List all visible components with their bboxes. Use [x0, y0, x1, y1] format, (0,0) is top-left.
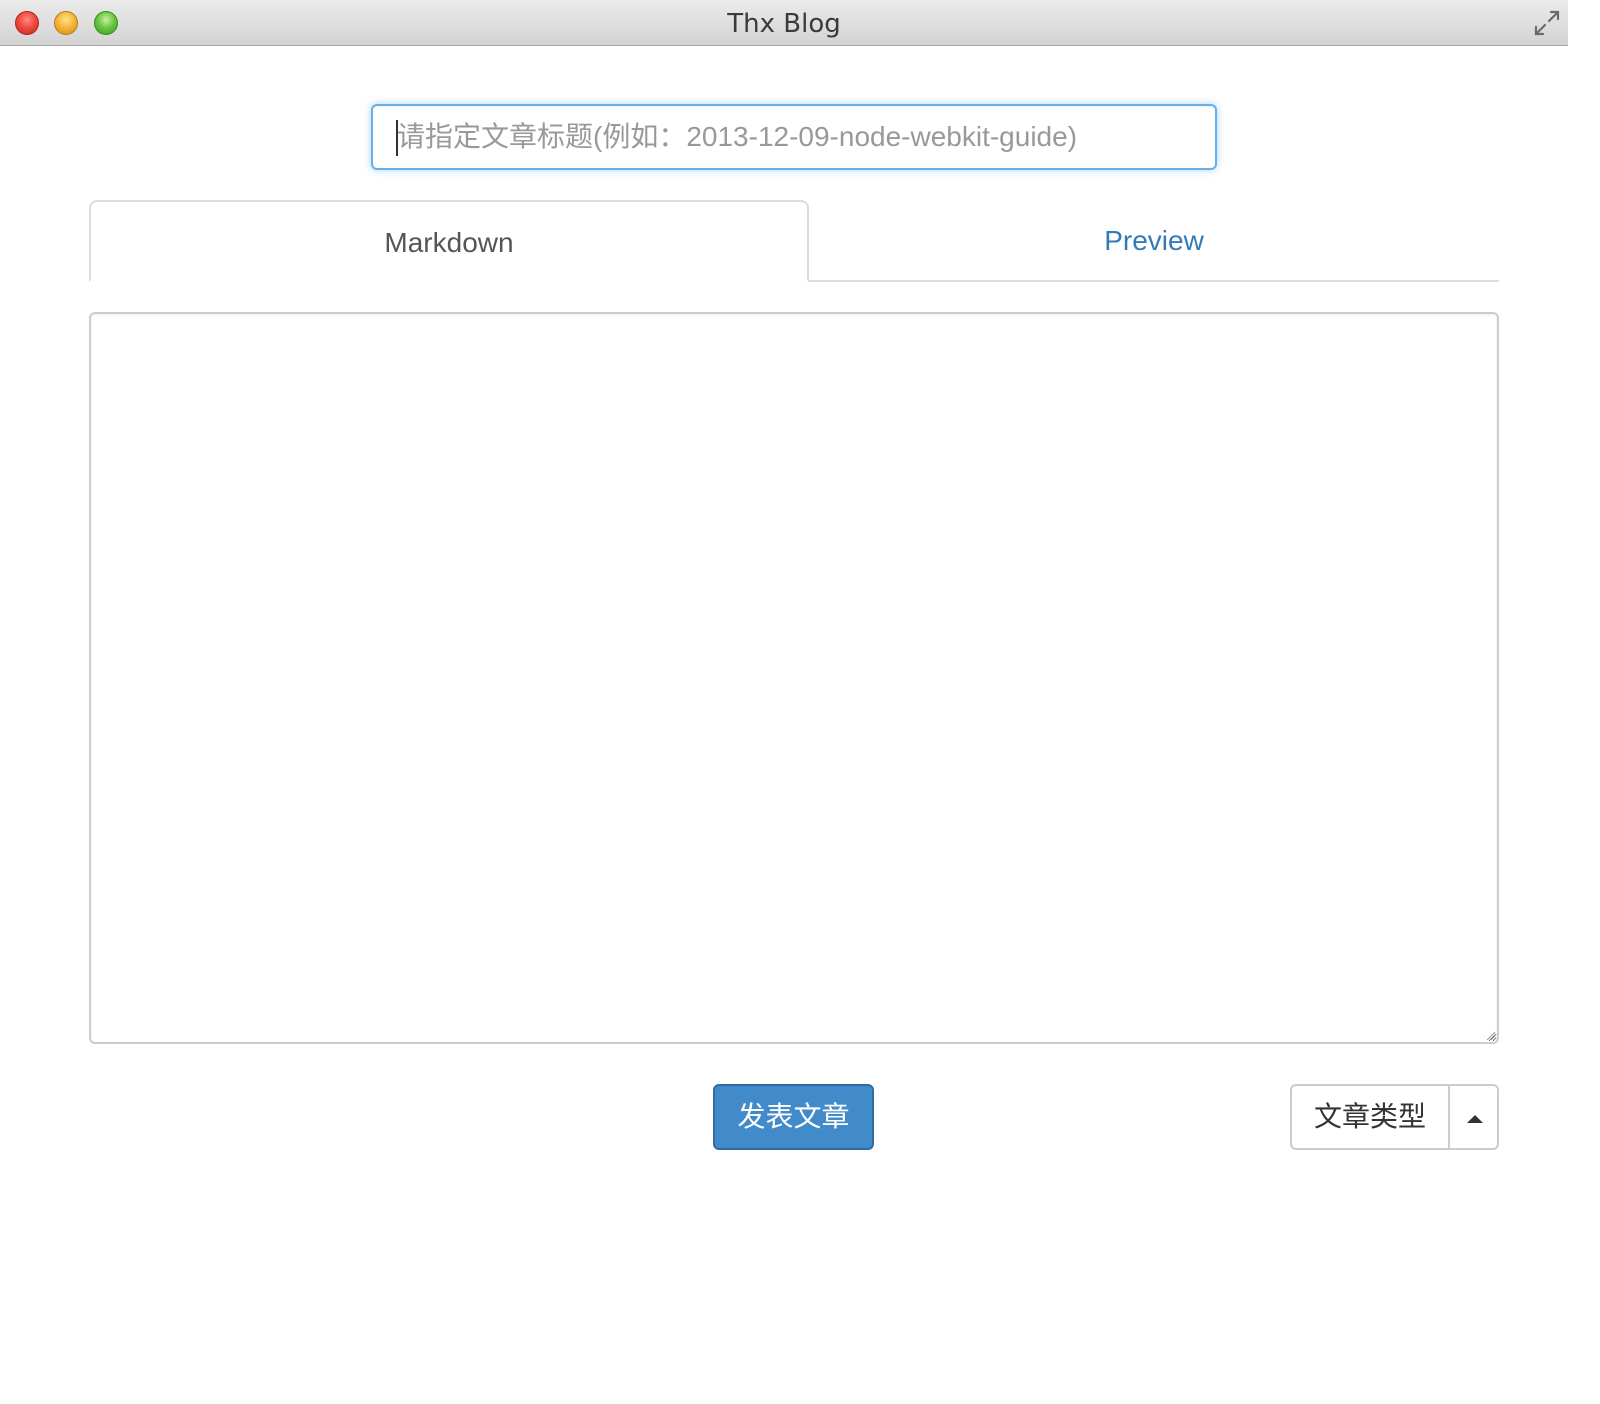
- tab-markdown[interactable]: Markdown: [89, 200, 809, 282]
- post-type-button[interactable]: 文章类型: [1290, 1084, 1450, 1150]
- editor-tabs: Markdown Preview: [89, 200, 1499, 282]
- post-title-input[interactable]: [371, 104, 1217, 170]
- tab-preview[interactable]: Preview: [809, 200, 1499, 282]
- fullscreen-icon[interactable]: [1532, 8, 1562, 38]
- markdown-editor[interactable]: [89, 312, 1499, 1044]
- window-titlebar[interactable]: Thx Blog: [0, 0, 1568, 46]
- publish-button[interactable]: 发表文章: [713, 1084, 874, 1150]
- window-title: Thx Blog: [727, 9, 841, 39]
- post-type-dropdown: 文章类型: [1290, 1084, 1499, 1150]
- post-type-toggle[interactable]: [1448, 1084, 1499, 1150]
- text-caret: [396, 120, 398, 156]
- resize-grip-icon[interactable]: [1486, 1031, 1496, 1041]
- caret-up-icon: [1467, 1115, 1483, 1123]
- app-window: Thx Blog Markdown Preview 发表文章 文章类型: [0, 0, 1568, 1376]
